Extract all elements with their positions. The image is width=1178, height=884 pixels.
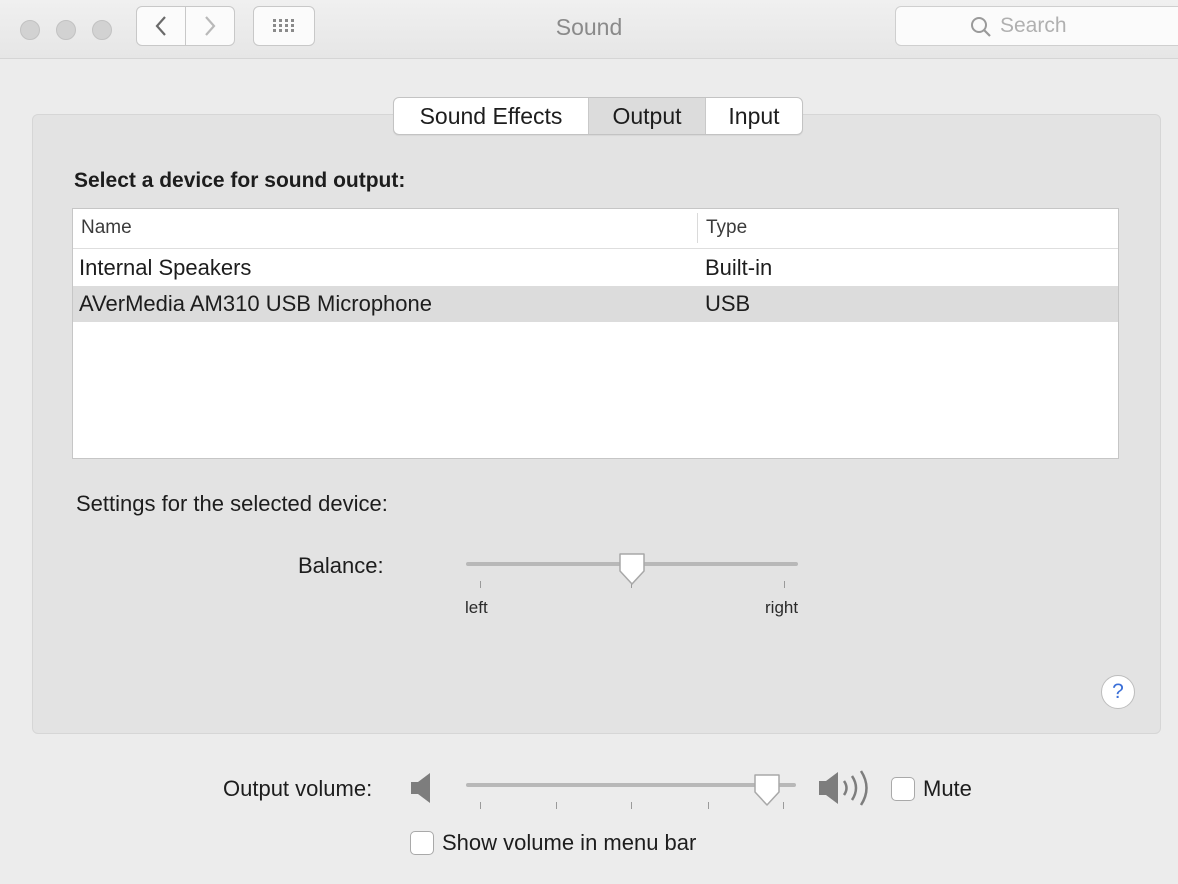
- show-volume-label[interactable]: Show volume in menu bar: [442, 830, 696, 856]
- tab-sound-effects[interactable]: Sound Effects: [394, 98, 588, 134]
- mute-label[interactable]: Mute: [923, 776, 972, 802]
- help-button[interactable]: ?: [1101, 675, 1135, 709]
- volume-track[interactable]: [466, 783, 796, 787]
- volume-tick: [783, 802, 784, 809]
- balance-left-label: left: [465, 598, 488, 617]
- search-field[interactable]: [895, 6, 1178, 46]
- show-volume-checkbox[interactable]: [410, 831, 434, 855]
- balance-right-label: right: [765, 598, 799, 617]
- device-name: Internal Speakers: [79, 255, 252, 280]
- search-icon: [971, 17, 991, 37]
- volume-knob[interactable]: [752, 772, 782, 808]
- column-header-type[interactable]: Type: [706, 217, 747, 239]
- volume-tick: [631, 802, 632, 809]
- speaker-low-icon: [411, 773, 430, 803]
- column-divider: [697, 213, 698, 243]
- mute-checkbox[interactable]: [891, 777, 915, 801]
- output-device-table: Name Type Internal Speakers Built-in AVe…: [72, 208, 1119, 459]
- speaker-high-icon: [819, 770, 868, 806]
- tab-output[interactable]: Output: [588, 98, 706, 134]
- device-type: Built-in: [705, 255, 773, 280]
- search-input[interactable]: [1000, 14, 1170, 38]
- volume-tick: [480, 802, 481, 809]
- balance-knob[interactable]: [617, 551, 647, 587]
- balance-tick: [480, 581, 481, 588]
- balance-label: Balance:: [298, 553, 384, 578]
- table-header: Name Type: [73, 209, 1118, 249]
- title-bar: Sound: [0, 0, 1178, 59]
- volume-tick: [556, 802, 557, 809]
- table-row[interactable]: Internal Speakers Built-in: [73, 250, 1118, 286]
- tab-bar: Sound Effects Output Input: [393, 97, 803, 135]
- device-name: AVerMedia AM310 USB Microphone: [79, 291, 432, 316]
- tab-input[interactable]: Input: [706, 98, 802, 134]
- table-row-selected[interactable]: AVerMedia AM310 USB Microphone USB: [73, 286, 1118, 322]
- device-settings-heading: Settings for the selected device:: [76, 491, 388, 516]
- column-header-name[interactable]: Name: [81, 217, 132, 239]
- output-device-heading: Select a device for sound output:: [74, 169, 406, 192]
- output-volume-label: Output volume:: [223, 776, 373, 801]
- volume-tick: [708, 802, 709, 809]
- device-type: USB: [705, 291, 751, 316]
- balance-tick: [784, 581, 785, 588]
